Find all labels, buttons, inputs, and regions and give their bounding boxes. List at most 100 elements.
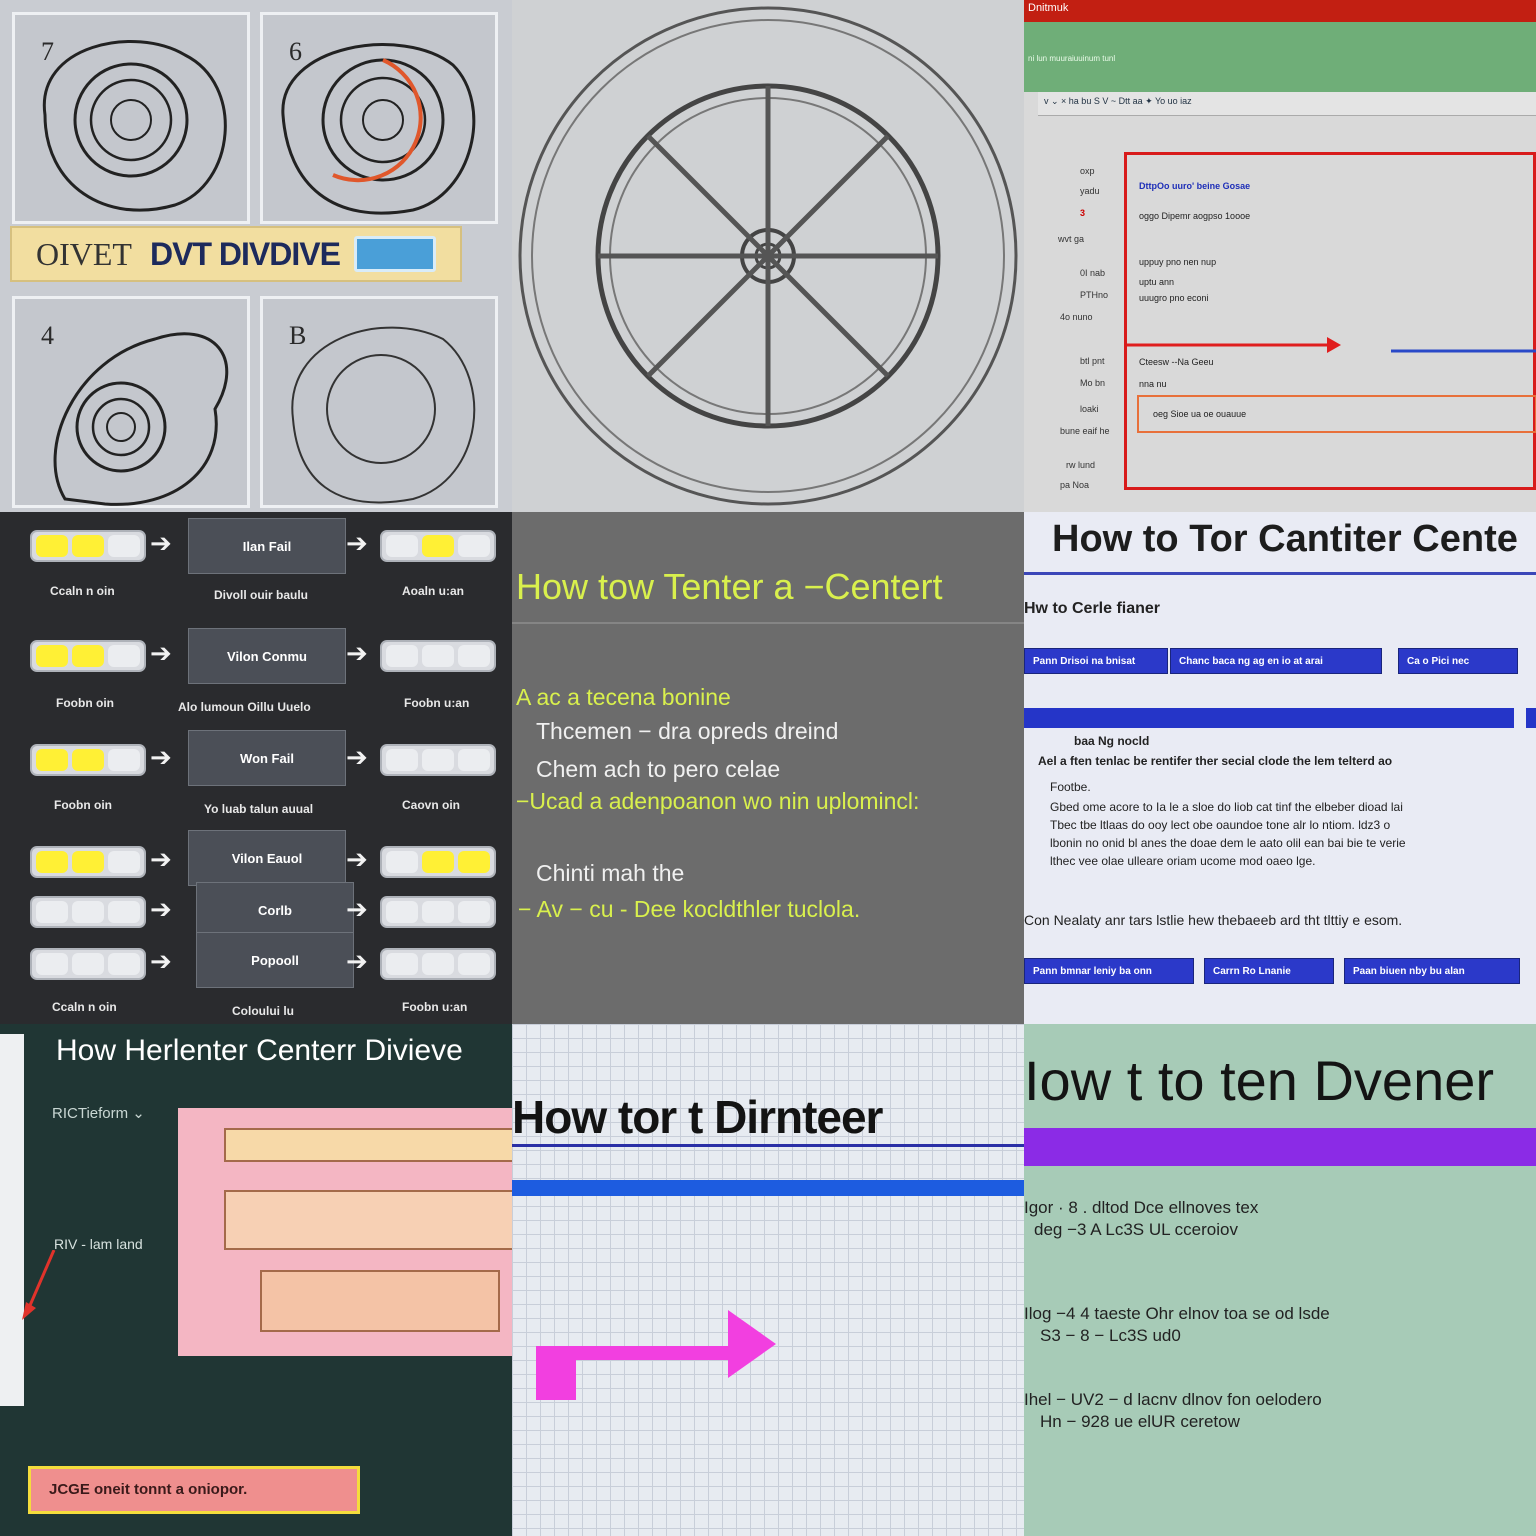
title-rule (1024, 572, 1536, 575)
arrow-right-icon: ➔ (346, 946, 368, 976)
text-line: Ihel − UV2 − d lacnv dlnov fon oelodero (1024, 1390, 1322, 1409)
ring-drawing (281, 43, 476, 215)
link-button[interactable]: Pann Drisoi na bnisat (1024, 648, 1168, 674)
side-label: loaki (1080, 404, 1099, 414)
side-label: Mo bn (1080, 378, 1106, 388)
selection-box: oeg Sioe ua oe ouauue (1137, 395, 1536, 433)
paragraph-line: Con Nealaty anr tars lstlie hew thebaeeb… (1024, 912, 1403, 928)
slot-indicator (380, 846, 496, 878)
arrow-right-icon: ➔ (346, 528, 368, 558)
toolbar[interactable]: v ⌄ × ha bu S V ~ Dtt aa ✦ Yo uo iaz (1038, 92, 1536, 116)
drawing-panel: B (260, 296, 498, 508)
text-line: deg −3 A Lc3S UL cceroiov (1034, 1220, 1238, 1239)
cell-row[interactable]: uppuy pno nen nup (1139, 257, 1216, 267)
tile-step-drawings: 7 6 OIVET DVT DIVDIVE 4 B (0, 0, 512, 512)
slot-indicator (380, 640, 496, 672)
badge-icon (354, 236, 436, 272)
slot-indicator (30, 896, 146, 928)
paragraph-line: Footbe. (1050, 780, 1091, 794)
tile-flow-diagram: ➔ Ilan Fail ➔ Ccaln n oin Divoll ouir ba… (0, 512, 512, 1024)
node-caption: Coloului lu (232, 1004, 294, 1018)
arrow-right-icon: ➔ (150, 528, 172, 558)
slot-indicator (30, 640, 146, 672)
link-button[interactable]: Paan biuen nby bu alan (1344, 958, 1520, 984)
tile-wheel-sketch (512, 0, 1024, 512)
node-label: Foobn oin (56, 696, 114, 710)
cell-row[interactable]: oggo Dipemr aogpso 1oooe (1139, 211, 1250, 221)
arrow-right-icon: ➔ (346, 638, 368, 668)
code-block (224, 1190, 512, 1250)
side-label: PTHno (1080, 290, 1109, 300)
slot-indicator (30, 530, 146, 562)
format-dropdown[interactable]: RICTieform ⌄ (52, 1104, 145, 1122)
divider (512, 622, 1024, 624)
ribbon: ni lun muuraiuuinum tunl (1024, 22, 1536, 92)
window-title: Dnitmuk (1028, 2, 1069, 14)
slot-indicator (30, 846, 146, 878)
link-button[interactable]: Chanc baca ng ag en io at arai (1170, 648, 1382, 674)
tile-web-page: How to Tor Cantiter Cente Hw to Cerle fi… (1024, 512, 1536, 1024)
editor-title: How Herlenter Centerr Divieve (56, 1034, 463, 1067)
flow-node[interactable]: Vilon Conmu (188, 628, 346, 684)
blue-bar (512, 1180, 1024, 1196)
link-button[interactable]: Ca o Pici nec (1398, 648, 1518, 674)
title-banner: OIVET DVT DIVDIVE (10, 226, 462, 282)
code-block (260, 1270, 500, 1332)
banner-left-text: OIVET (36, 236, 132, 272)
banner-main-text: DVT DIVDIVE (150, 236, 341, 272)
slide-line: Thcemen − dra opreds dreind (536, 718, 839, 744)
cell-row[interactable]: DttpOo uuro' beine Gosae (1139, 181, 1250, 191)
cell-row[interactable]: oeg Sioe ua oe ouauue (1153, 409, 1246, 419)
flow-node[interactable]: Vilon Eauol (188, 830, 346, 886)
text-line: S3 − 8 − Lc3S ud0 (1040, 1326, 1181, 1345)
slot-indicator (30, 948, 146, 980)
paragraph-line: lthec vee olae ulleare oriam ucome mod o… (1050, 854, 1316, 868)
arrow-down-left-icon (22, 1250, 56, 1320)
highlight-frame: DttpOo uuro' beine Gosae oggo Dipemr aog… (1124, 152, 1536, 490)
drawing-panel: 4 (12, 296, 250, 508)
node-caption: Yo luab talun auual (204, 802, 314, 816)
ribbon-text: ni lun muuraiuuinum tunl (1028, 54, 1116, 63)
slot-indicator (380, 896, 496, 928)
flow-node[interactable]: Popooll (196, 932, 354, 988)
side-label: yadu (1080, 186, 1100, 196)
image-collage: 7 6 OIVET DVT DIVDIVE 4 B Dnitmuk ni lun… (0, 0, 1536, 1536)
side-panel (0, 1034, 24, 1406)
arrow-right-icon: ➔ (150, 844, 172, 874)
arrow-right-icon: ➔ (150, 946, 172, 976)
preview-panel (178, 1108, 512, 1356)
paragraph-line: Gbed ome acore to Ia le a sloe do liob c… (1050, 800, 1403, 814)
tile-dark-editor: How Herlenter Centerr Divieve RICTieform… (0, 1024, 512, 1536)
title-bar: Dnitmuk (1024, 0, 1536, 22)
paragraph-line: Ael a ften tenlac be rentifer ther secia… (1038, 754, 1393, 768)
tile-slide-text: How tow Tenter a −Centert A ac a tecena … (512, 512, 1024, 1024)
node-caption: Alo lumoun Oillu Uuelo (178, 700, 311, 714)
slide-title: How tow Tenter a −Centert (516, 566, 943, 607)
cell-row[interactable]: uptu ann (1139, 277, 1174, 287)
paragraph-line: Tbec tbe ltlaas do ooy lect obe oaundoe … (1050, 818, 1391, 832)
node-label: Foobn oin (54, 798, 112, 812)
slot-indicator (380, 948, 496, 980)
flow-node[interactable]: Corlb (196, 882, 354, 938)
cell-row[interactable]: nna nu (1139, 379, 1167, 389)
side-label: 0I nab (1080, 268, 1106, 278)
side-label: 3 (1080, 208, 1086, 218)
nav-bar (1526, 708, 1536, 728)
node-label: Aoaln u:an (402, 584, 464, 598)
side-label: 4o nuno (1060, 312, 1093, 322)
slot-indicator (380, 530, 496, 562)
slide-line: Chinti mah the (536, 860, 685, 886)
drawing-panel: 6 (260, 12, 498, 224)
flow-node[interactable]: Won Fail (188, 730, 346, 786)
cell-row[interactable]: uuugro pno econi (1139, 293, 1209, 303)
warning-banner: JCGE oneit tonnt a oniopor. (28, 1466, 360, 1514)
side-label: oxp (1080, 166, 1095, 176)
slide-line: Chem ach to pero celae (536, 756, 781, 782)
arrow-right-icon: ➔ (150, 638, 172, 668)
link-button[interactable]: Carrn Ro Lnanie (1204, 958, 1334, 984)
text-line: Ilog −4 4 taeste Ohr elnov toa se od lsd… (1024, 1304, 1330, 1323)
wheel-icon (518, 6, 1018, 506)
section-label: baa Ng nocld (1074, 734, 1150, 748)
link-button[interactable]: Pann bmnar leniy ba onn (1024, 958, 1194, 984)
flow-node[interactable]: Ilan Fail (188, 518, 346, 574)
